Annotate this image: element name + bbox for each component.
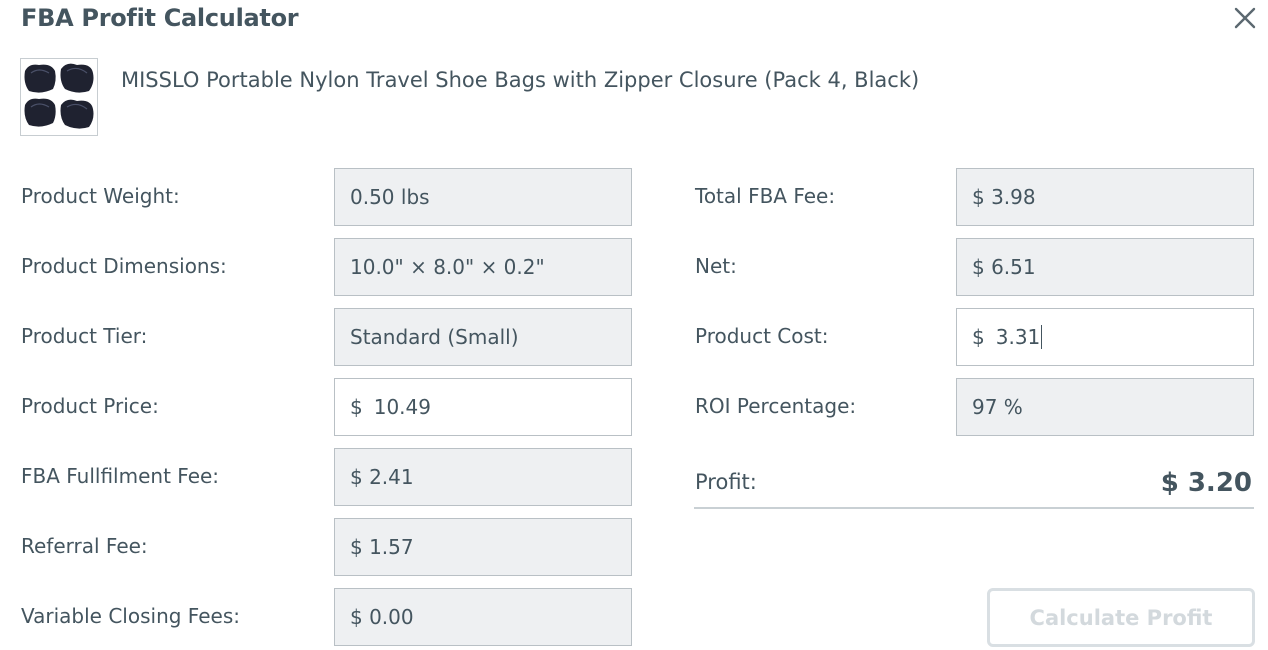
profit-value: $ 3.20 bbox=[1160, 468, 1252, 498]
calculate-profit-button[interactable]: Calculate Profit bbox=[987, 588, 1255, 647]
shoe-bags-icon bbox=[24, 63, 94, 129]
profit-divider bbox=[694, 507, 1254, 509]
close-icon[interactable] bbox=[1232, 5, 1258, 31]
product-price-value[interactable]: 10.49 bbox=[374, 395, 431, 419]
product-thumbnail bbox=[20, 58, 98, 136]
referral-fee-label: Referral Fee: bbox=[21, 534, 148, 558]
product-title: MISSLO Portable Nylon Travel Shoe Bags w… bbox=[121, 68, 920, 92]
variable-closing-fees-value: $ 0.00 bbox=[350, 605, 414, 629]
fba-fulfilment-fee-value: $ 2.41 bbox=[350, 465, 414, 489]
fba-fulfilment-fee-field: $ 2.41 bbox=[334, 448, 632, 506]
product-weight-field: 0.50 lbs bbox=[334, 168, 632, 226]
page-title: FBA Profit Calculator bbox=[21, 4, 299, 32]
total-fba-fee-field: $ 3.98 bbox=[956, 168, 1254, 226]
product-tier-value: Standard (Small) bbox=[350, 325, 519, 349]
referral-fee-value: $ 1.57 bbox=[350, 535, 414, 559]
product-tier-label: Product Tier: bbox=[21, 324, 148, 348]
total-fba-fee-label: Total FBA Fee: bbox=[695, 184, 836, 208]
roi-percentage-label: ROI Percentage: bbox=[695, 394, 857, 418]
currency-symbol: $ bbox=[972, 325, 985, 349]
variable-closing-fees-field: $ 0.00 bbox=[334, 588, 632, 646]
product-dimensions-value: 10.0" × 8.0" × 0.2" bbox=[350, 255, 545, 279]
roi-percentage-value: 97 % bbox=[972, 395, 1023, 419]
text-caret bbox=[1041, 325, 1043, 349]
product-cost-value[interactable]: 3.31 bbox=[996, 325, 1041, 349]
net-field: $ 6.51 bbox=[956, 238, 1254, 296]
product-dimensions-field: 10.0" × 8.0" × 0.2" bbox=[334, 238, 632, 296]
total-fba-fee-value: $ 3.98 bbox=[972, 185, 1036, 209]
product-tier-field: Standard (Small) bbox=[334, 308, 632, 366]
net-value: $ 6.51 bbox=[972, 255, 1036, 279]
product-price-input[interactable]: $ 10.49 bbox=[334, 378, 632, 436]
product-dimensions-label: Product Dimensions: bbox=[21, 254, 227, 278]
currency-symbol: $ bbox=[350, 395, 363, 419]
roi-percentage-field: 97 % bbox=[956, 378, 1254, 436]
product-price-label: Product Price: bbox=[21, 394, 159, 418]
product-weight-value: 0.50 lbs bbox=[350, 185, 430, 209]
product-cost-input[interactable]: $ 3.31 bbox=[956, 308, 1254, 366]
net-label: Net: bbox=[695, 254, 737, 278]
variable-closing-fees-label: Variable Closing Fees: bbox=[21, 604, 240, 628]
fba-fulfilment-fee-label: FBA Fullfilment Fee: bbox=[21, 464, 220, 488]
profit-label: Profit: bbox=[695, 470, 757, 494]
product-weight-label: Product Weight: bbox=[21, 184, 180, 208]
product-cost-label: Product Cost: bbox=[695, 324, 829, 348]
referral-fee-field: $ 1.57 bbox=[334, 518, 632, 576]
